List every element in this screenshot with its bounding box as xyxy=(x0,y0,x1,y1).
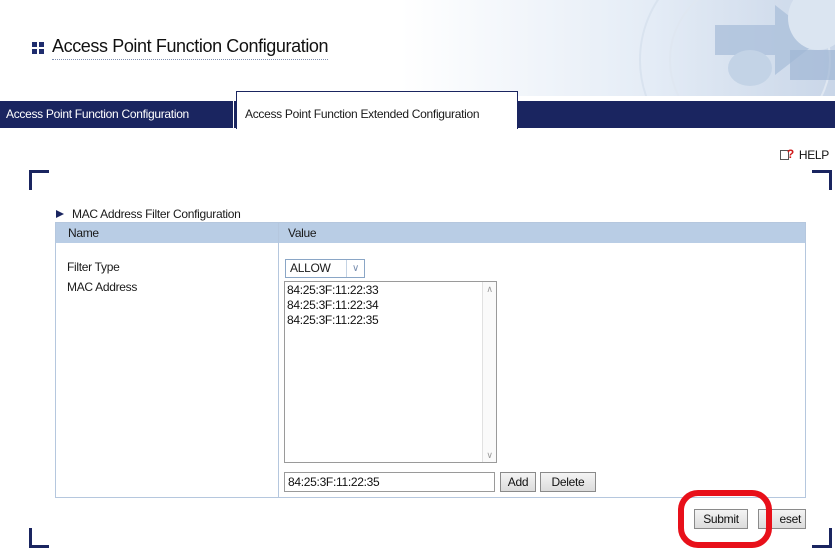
tab-access-point-function-configuration[interactable]: Access Point Function Configuration xyxy=(0,101,234,128)
list-item[interactable]: 84:25:3F:11:22:35 xyxy=(285,313,496,328)
list-item[interactable]: 84:25:3F:11:22:34 xyxy=(285,298,496,313)
help-link[interactable]: ? HELP xyxy=(779,147,829,162)
reset-button[interactable]: eset xyxy=(758,509,806,529)
page-header: Access Point Function Configuration xyxy=(0,0,835,96)
section-title-text: MAC Address Filter Configuration xyxy=(72,207,241,221)
column-divider xyxy=(278,223,279,497)
header-decoration-graphic xyxy=(639,0,835,96)
column-header-name: Name xyxy=(68,226,99,240)
help-label: HELP xyxy=(798,148,829,162)
frame-corner-top-left xyxy=(29,170,49,190)
filter-type-select[interactable]: ALLOW ∨ xyxy=(285,259,365,278)
triangle-right-icon xyxy=(56,210,64,218)
filter-type-label: Filter Type xyxy=(67,260,120,274)
chevron-down-icon: ∨ xyxy=(346,260,364,277)
mac-address-listbox[interactable]: 84:25:3F:11:22:33 84:25:3F:11:22:34 84:2… xyxy=(284,281,497,463)
frame-corner-bottom-right xyxy=(812,528,832,548)
add-button[interactable]: Add xyxy=(500,472,536,492)
page-title: Access Point Function Configuration xyxy=(32,36,329,60)
help-icon: ? xyxy=(779,147,796,161)
list-item[interactable]: 84:25:3F:11:22:33 xyxy=(285,283,496,298)
listbox-scrollbar[interactable]: ∧ ∨ xyxy=(482,282,496,462)
filter-type-value: ALLOW xyxy=(290,261,331,275)
table-header: Name Value xyxy=(56,223,805,243)
page-title-text: Access Point Function Configuration xyxy=(52,36,329,60)
submit-button[interactable]: Submit xyxy=(694,509,748,529)
tab-bar: Access Point Function Configuration Acce… xyxy=(0,91,835,129)
mac-address-label: MAC Address xyxy=(67,280,138,294)
tab-access-point-function-extended-configuration[interactable]: Access Point Function Extended Configura… xyxy=(236,91,518,129)
frame-corner-bottom-left xyxy=(29,528,49,548)
chevron-down-icon[interactable]: ∨ xyxy=(483,449,496,461)
frame-corner-top-right xyxy=(812,170,832,190)
column-header-value: Value xyxy=(288,226,317,240)
delete-button[interactable]: Delete xyxy=(540,472,596,492)
mac-address-input[interactable] xyxy=(284,472,495,492)
section-title: MAC Address Filter Configuration xyxy=(56,207,241,221)
chevron-up-icon[interactable]: ∧ xyxy=(483,283,496,295)
grid-icon xyxy=(32,42,44,54)
